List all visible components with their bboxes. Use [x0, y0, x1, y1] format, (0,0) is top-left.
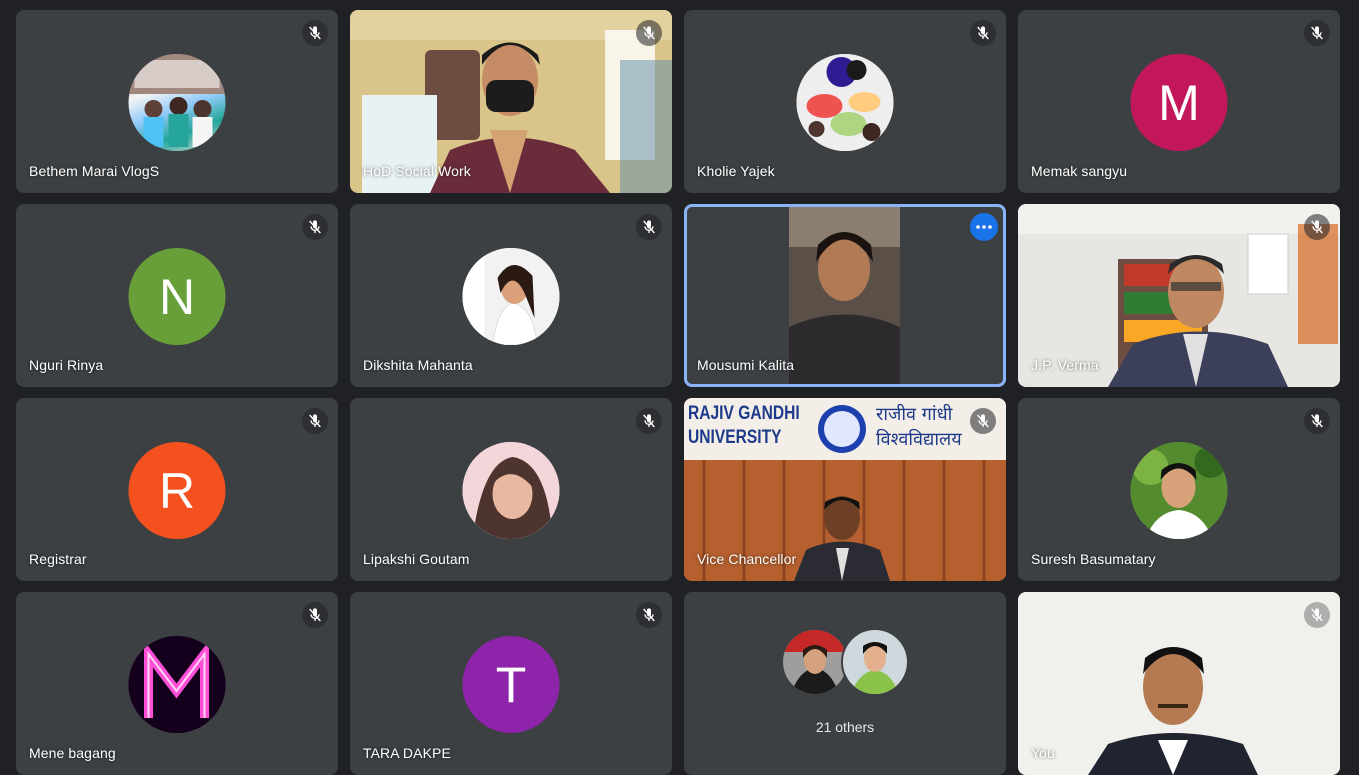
others-count: 21 others [815, 719, 875, 735]
participant-name: You [1031, 745, 1055, 761]
avatar [128, 636, 226, 733]
participant-name: Mene bagang [29, 745, 116, 761]
video-feed [1018, 592, 1340, 775]
more-options-icon[interactable] [970, 213, 998, 241]
participant-name: Dikshita Mahanta [363, 357, 473, 373]
participant-tile[interactable]: RAJIV GANDHI UNIVERSITY राजीव गांधी विश्… [684, 398, 1006, 581]
avatar [841, 628, 909, 696]
others-avatars [781, 628, 909, 696]
mic-off-icon [302, 20, 328, 46]
avatar-initial: T [495, 656, 527, 713]
mic-off-icon [1304, 602, 1330, 628]
participant-tile[interactable]: R Registrar [16, 398, 338, 581]
banner-line: RAJIV GANDHI [688, 403, 800, 424]
participant-tile[interactable]: J.P. Verma [1018, 204, 1340, 387]
participant-name: Vice Chancellor [697, 551, 797, 567]
participant-tile[interactable]: N Nguri Rinya [16, 204, 338, 387]
participant-name: Mousumi Kalita [697, 357, 795, 373]
participant-name: HoD Social Work [363, 163, 471, 179]
mic-off-icon [302, 602, 328, 628]
participant-name: Nguri Rinya [29, 357, 104, 373]
mic-off-icon [636, 602, 662, 628]
mic-off-icon [1304, 20, 1330, 46]
participant-tile[interactable]: Bethem Marai VlogS [16, 10, 338, 193]
mic-off-icon [636, 20, 662, 46]
participant-tile[interactable]: M Memak sangyu [1018, 10, 1340, 193]
mic-off-icon [636, 214, 662, 240]
others-tile[interactable]: 21 others [684, 592, 1006, 775]
avatar-initial: N [158, 268, 196, 325]
avatar [1130, 442, 1228, 539]
video-feed [789, 207, 900, 384]
avatar: T [462, 636, 560, 733]
banner-text-en: RAJIV GANDHI UNIVERSITY [688, 402, 800, 450]
participant-tile-active-speaker[interactable]: Mousumi Kalita [684, 204, 1006, 387]
participant-grid: Bethem Marai VlogS HoD Social Work Kholi… [16, 10, 1340, 775]
participant-name: J.P. Verma [1031, 357, 1099, 373]
banner-line: विश्वविद्यालय [876, 429, 962, 450]
mic-off-icon [1304, 214, 1330, 240]
mic-off-icon [1304, 408, 1330, 434]
mic-off-icon [970, 408, 996, 434]
avatar [462, 248, 560, 345]
mic-off-icon [302, 214, 328, 240]
banner-line: राजीव गांधी [876, 404, 953, 425]
avatar [796, 54, 894, 151]
participant-tile[interactable]: T TARA DAKPE [350, 592, 672, 775]
participant-name: Suresh Basumatary [1031, 551, 1156, 567]
avatar-initial: R [158, 462, 196, 519]
participant-name: Bethem Marai VlogS [29, 163, 160, 179]
mic-off-icon [970, 20, 996, 46]
mic-off-icon [302, 408, 328, 434]
banner-text-hi: राजीव गांधी विश्वविद्यालय [876, 402, 962, 452]
avatar: R [128, 442, 226, 539]
participant-name: Memak sangyu [1031, 163, 1128, 179]
participant-tile[interactable]: Suresh Basumatary [1018, 398, 1340, 581]
participant-tile[interactable]: HoD Social Work [350, 10, 672, 193]
participant-tile[interactable]: Dikshita Mahanta [350, 204, 672, 387]
mic-off-icon [636, 408, 662, 434]
participant-tile[interactable]: Mene bagang [16, 592, 338, 775]
participant-name: Registrar [29, 551, 87, 567]
avatar: N [128, 248, 226, 345]
avatar: M [1130, 54, 1228, 151]
avatar [781, 628, 849, 696]
participant-tile-self[interactable]: You [1018, 592, 1340, 775]
avatar [128, 54, 226, 151]
participant-name: Kholie Yajek [697, 163, 775, 179]
participant-tile[interactable]: Kholie Yajek [684, 10, 1006, 193]
avatar [462, 442, 560, 539]
avatar-initial: M [1158, 74, 1200, 131]
participant-name: Lipakshi Goutam [363, 551, 470, 567]
participant-tile[interactable]: Lipakshi Goutam [350, 398, 672, 581]
banner-line: UNIVERSITY [688, 427, 782, 448]
participant-name: TARA DAKPE [363, 745, 451, 761]
